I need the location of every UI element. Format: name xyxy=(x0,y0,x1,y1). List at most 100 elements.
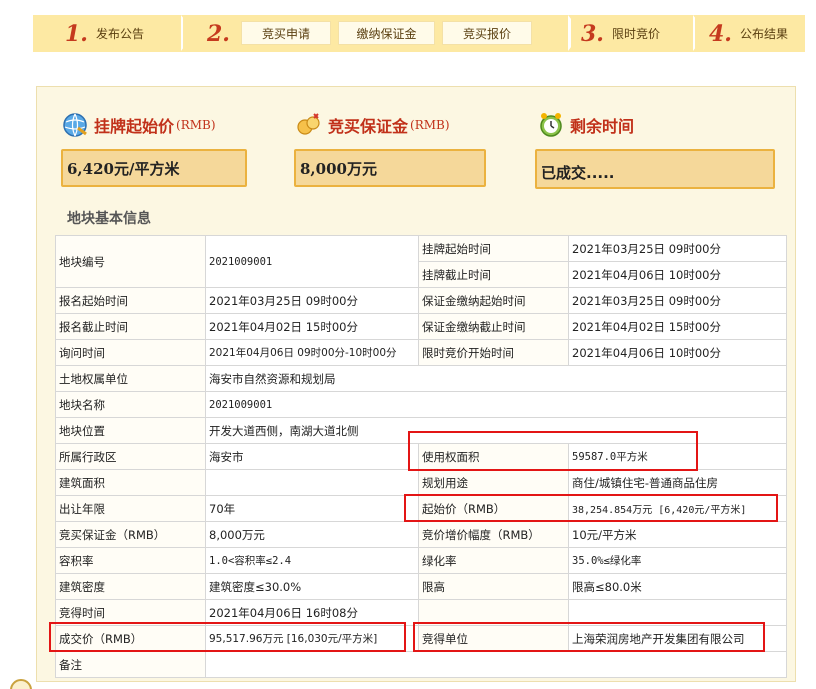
table-label: 所属行政区 xyxy=(55,443,206,470)
table-label: 竞价增价幅度（RMB） xyxy=(418,521,569,548)
step-3-label: 限时竞价 xyxy=(611,27,660,41)
table-row: 地块位置 开发大道西侧，南湖大道北侧 xyxy=(55,417,787,444)
table-row: 所属行政区 海安市 使用权面积 59587.0平方米 xyxy=(55,443,787,470)
table-label: 报名截止时间 xyxy=(55,313,206,340)
table-label: 限时竞价开始时间 xyxy=(418,339,569,366)
table-label: 使用权面积 xyxy=(418,443,569,470)
table-label: 限高 xyxy=(418,573,569,600)
table-value xyxy=(205,651,787,678)
table-label: 备注 xyxy=(55,651,206,678)
table-label: 地块位置 xyxy=(55,417,206,444)
table-row: 地块编号 2021009001 挂牌起始时间 2021年03月25日 09时00… xyxy=(55,235,787,288)
step-3: 3. 限时竞价 xyxy=(571,15,706,52)
step-2-bid-quote[interactable]: 竞买报价 xyxy=(442,21,532,45)
table-value: 建筑密度≤30.0% xyxy=(205,573,419,600)
table-row: 土地权属单位 海安市自然资源和规划局 xyxy=(55,365,787,392)
start-price-title: 挂牌起始价 xyxy=(94,117,175,136)
table-value: 2021年03月25日 09时00分 xyxy=(568,235,787,262)
table-value: 2021年03月25日 09时00分 xyxy=(205,287,419,314)
land-info-table: 地块编号 2021009001 挂牌起始时间 2021年03月25日 09时00… xyxy=(55,235,787,678)
deposit-unit: (RMB) xyxy=(410,118,450,132)
table-label: 报名起始时间 xyxy=(55,287,206,314)
table-label: 竞买保证金（RMB） xyxy=(55,521,206,548)
table-row: 报名起始时间 2021年03月25日 09时00分 保证金缴纳起始时间 2021… xyxy=(55,287,787,314)
step-2-pay-deposit[interactable]: 缴纳保证金 xyxy=(338,21,435,45)
table-label: 容积率 xyxy=(55,547,206,574)
table-value: 限高≤80.0米 xyxy=(568,573,787,600)
table-value: 95,517.96万元 [16,030元/平方米] xyxy=(205,625,419,652)
table-value: 2021年03月25日 09时00分 xyxy=(568,287,787,314)
table-value: 10元/平方米 xyxy=(568,521,787,548)
table-value: 2021009001 xyxy=(205,391,787,418)
table-row: 建筑面积 规划用途 商住/城镇住宅-普通商品住房 xyxy=(55,469,787,496)
table-value: 35.0%≤绿化率 xyxy=(568,547,787,574)
table-row: 出让年限 70年 起始价（RMB） 38,254.854万元 [6,420元/平… xyxy=(55,495,787,522)
step-1: 1. 发布公告 xyxy=(33,15,195,52)
table-label: 成交价（RMB） xyxy=(55,625,206,652)
table-label: 竞得单位 xyxy=(418,625,569,652)
table-row: 备注 xyxy=(55,651,787,678)
table-label: 建筑密度 xyxy=(55,573,206,600)
table-label: 土地权属单位 xyxy=(55,365,206,392)
table-value: 开发大道西侧，南湖大道北侧 xyxy=(205,417,787,444)
table-value: 2021年04月06日 16时08分 xyxy=(205,599,419,626)
remaining-time-value: 已成交..... xyxy=(535,149,775,189)
table-label: 保证金缴纳起始时间 xyxy=(418,287,569,314)
step-4-label: 公布结果 xyxy=(739,27,788,41)
table-row: 询问时间 2021年04月06日 09时00分-10时00分 限时竞价开始时间 … xyxy=(55,339,787,366)
table-value: 海安市 xyxy=(205,443,419,470)
table-label: 起始价（RMB） xyxy=(418,495,569,522)
table-label xyxy=(418,599,569,626)
globe-icon xyxy=(62,112,88,138)
alarm-clock-icon xyxy=(538,112,564,138)
step-2-number: 2. xyxy=(207,20,230,47)
deposit-value: 8,000万元 xyxy=(294,149,486,187)
section-title: 地块基本信息 xyxy=(67,211,151,227)
partial-icon xyxy=(10,679,32,689)
table-value: 59587.0平方米 xyxy=(568,443,787,470)
table-label: 绿化率 xyxy=(418,547,569,574)
table-row: 地块名称 2021009001 xyxy=(55,391,787,418)
table-value: 上海荣润房地产开发集团有限公司 xyxy=(568,625,787,652)
table-label: 地块编号 xyxy=(55,235,206,288)
table-value: 38,254.854万元 [6,420元/平方米] xyxy=(568,495,787,522)
table-label: 出让年限 xyxy=(55,495,206,522)
table-label: 保证金缴纳截止时间 xyxy=(418,313,569,340)
table-value: 70年 xyxy=(205,495,419,522)
start-price-value: 6,420元/平方米 xyxy=(61,149,247,187)
table-row: 容积率 1.0<容积率≤2.4 绿化率 35.0%≤绿化率 xyxy=(55,547,787,574)
table-value xyxy=(568,599,787,626)
table-row: 报名截止时间 2021年04月02日 15时00分 保证金缴纳截止时间 2021… xyxy=(55,313,787,340)
table-value: 8,000万元 xyxy=(205,521,419,548)
start-price-heading: 挂牌起始价 (RMB) xyxy=(62,112,216,138)
table-value: 商住/城镇住宅-普通商品住房 xyxy=(568,469,787,496)
table-value: 2021年04月06日 10时00分 xyxy=(568,261,787,288)
table-value: 2021年04月06日 10时00分 xyxy=(568,339,787,366)
step-1-label: 发布公告 xyxy=(95,27,144,41)
table-value: 2021年04月02日 15时00分 xyxy=(568,313,787,340)
step-2-bid-application[interactable]: 竞买申请 xyxy=(241,21,331,45)
table-row: 成交价（RMB） 95,517.96万元 [16,030元/平方米] 竞得单位 … xyxy=(55,625,787,652)
table-value: 2021年04月06日 09时00分-10时00分 xyxy=(205,339,419,366)
table-label: 挂牌截止时间 xyxy=(418,261,569,288)
deposit-title: 竞买保证金 xyxy=(328,117,409,136)
step-3-number: 3. xyxy=(581,20,604,47)
coins-icon xyxy=(296,112,322,138)
deposit-heading: 竞买保证金 (RMB) xyxy=(296,112,450,138)
start-price-unit: (RMB) xyxy=(176,118,216,132)
table-row: 建筑密度 建筑密度≤30.0% 限高 限高≤80.0米 xyxy=(55,573,787,600)
table-label: 建筑面积 xyxy=(55,469,206,496)
table-label: 规划用途 xyxy=(418,469,569,496)
table-value xyxy=(205,469,419,496)
table-row: 竞买保证金（RMB） 8,000万元 竞价增价幅度（RMB） 10元/平方米 xyxy=(55,521,787,548)
table-label: 地块名称 xyxy=(55,391,206,418)
remaining-time-heading: 剩余时间 xyxy=(538,112,634,138)
table-value: 2021009001 xyxy=(205,235,419,288)
table-label: 挂牌起始时间 xyxy=(418,235,569,262)
table-value: 1.0<容积率≤2.4 xyxy=(205,547,419,574)
progress-steps: 1. 发布公告 2. 竞买申请 缴纳保证金 竞买报价 3. 限时竞价 4. 公布… xyxy=(33,15,805,52)
remaining-time-title: 剩余时间 xyxy=(570,117,635,136)
table-label: 竞得时间 xyxy=(55,599,206,626)
table-value: 2021年04月02日 15时00分 xyxy=(205,313,419,340)
step-4: 4. 公布结果 xyxy=(695,15,805,52)
